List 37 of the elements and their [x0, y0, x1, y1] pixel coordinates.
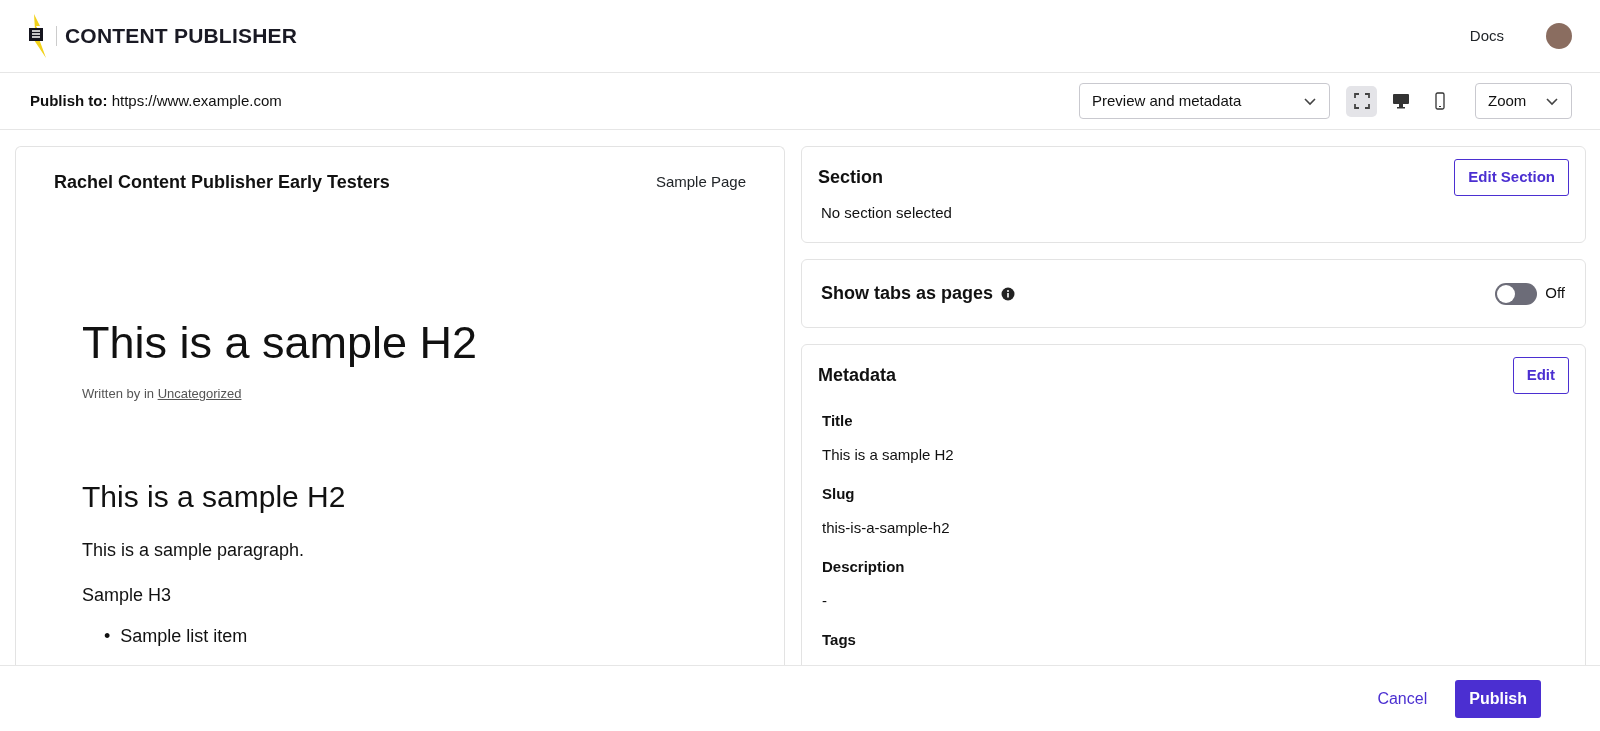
edit-section-button[interactable]: Edit Section [1454, 159, 1569, 196]
edit-button[interactable]: Edit [1512, 357, 1569, 394]
setting-label: Show tabs as pages [821, 282, 994, 305]
bullet: • [104, 624, 111, 648]
field-value: this-is-a-sample-h2 [822, 518, 951, 538]
app-title: CONTENT PUBLISHER [65, 23, 298, 50]
user-avatar[interactable] [1546, 23, 1572, 49]
post-byline: Written by in Uncategorized [82, 385, 243, 403]
menu-link[interactable]: Sample Page [655, 171, 746, 194]
logo-icon [28, 14, 48, 58]
post-title: This is a sample H2 [82, 316, 479, 370]
toggle-state: Off [1545, 283, 1565, 304]
field-label: Tags [822, 629, 857, 650]
card-title: Metadata [818, 363, 897, 387]
field-value: - [822, 591, 828, 611]
field-label: Slug [822, 483, 856, 504]
fullscreen-view-button[interactable] [1346, 85, 1377, 117]
card-title: Section [818, 165, 883, 189]
desktop-icon [1391, 92, 1410, 110]
field-value: This is a sample H2 [822, 445, 955, 465]
content-paragraph: This is a sample paragraph. [82, 538, 306, 562]
zoom-select[interactable]: Zoom [1475, 83, 1572, 119]
publish-destination: Publish to: https://www.example.com [30, 90, 282, 111]
field-label: Title [822, 410, 854, 431]
site-title: Rachel Content Publisher Early Testers [54, 171, 390, 194]
section-value: No section selected [821, 202, 953, 223]
field-label: Description [822, 556, 906, 577]
fullscreen-icon [1352, 92, 1371, 110]
cancel-button[interactable]: Cancel [1371, 685, 1434, 712]
info-icon[interactable] [1001, 286, 1016, 301]
publish-button[interactable]: Publish [1455, 679, 1541, 718]
toggle-switch[interactable] [1495, 282, 1538, 305]
content-subheading: Sample H3 [82, 583, 173, 607]
content-heading: This is a sample H2 [82, 478, 347, 515]
view-mode-select[interactable]: Preview and metadata [1079, 83, 1330, 119]
list-item: Sample list item [120, 624, 248, 648]
docs-link[interactable]: Docs [1469, 24, 1504, 48]
